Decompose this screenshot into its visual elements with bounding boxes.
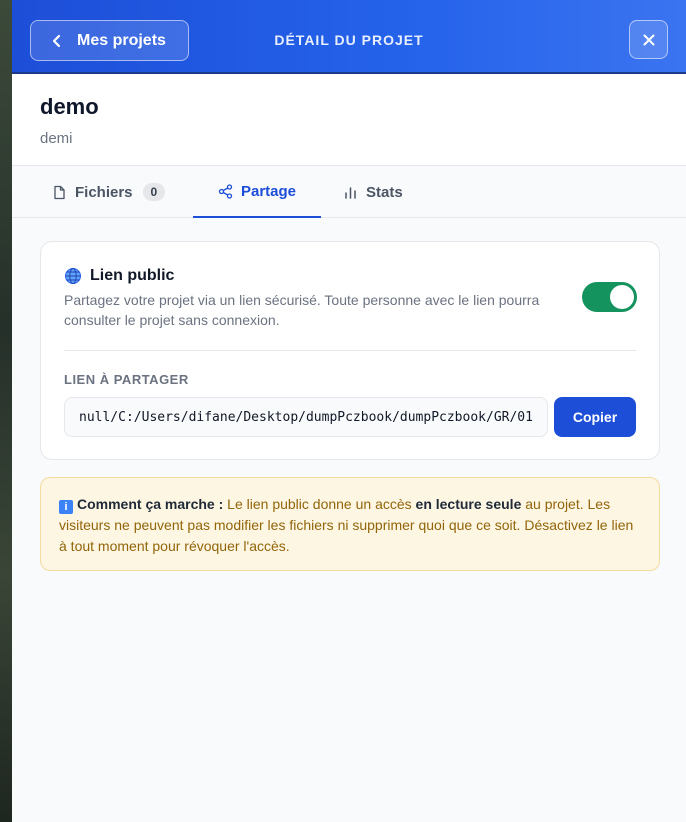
- close-icon: [643, 34, 654, 45]
- bar-chart-icon: [345, 186, 356, 199]
- project-heading: demo demi: [12, 74, 686, 166]
- info-icon: i: [59, 500, 73, 514]
- tab-label: Fichiers: [75, 183, 133, 201]
- tab-label: Stats: [366, 183, 403, 201]
- globe-icon: [65, 268, 81, 284]
- info-lead: Comment ça marche :: [77, 496, 224, 512]
- close-button[interactable]: [629, 20, 668, 59]
- card-title: Lien public: [90, 267, 175, 284]
- tab-fichiers[interactable]: Fichiers 0: [52, 166, 166, 218]
- background-backdrop: [0, 0, 12, 822]
- public-link-card: Lien public Partagez votre projet via un…: [40, 241, 660, 460]
- card-description: Partagez votre projet via un lien sécuri…: [64, 292, 540, 328]
- tab-stats[interactable]: Stats: [343, 166, 403, 218]
- project-name: demo: [40, 94, 99, 119]
- info-box: i Comment ça marche : Le lien public donn…: [40, 477, 660, 571]
- info-emphasis: en lecture seule: [415, 496, 522, 512]
- tab-partage[interactable]: Partage: [193, 166, 321, 218]
- info-text-1: Le lien public donne un accès: [223, 496, 416, 512]
- file-count-badge: 0: [142, 183, 166, 201]
- share-link-input[interactable]: [64, 397, 548, 437]
- toggle-knob: [610, 285, 634, 309]
- copy-link-button[interactable]: Copier: [554, 397, 636, 437]
- project-detail-panel: Mes projets DÉTAIL DU PROJET demo demi F…: [12, 0, 686, 822]
- tab-bar: Fichiers 0 Partage Stats: [12, 166, 686, 218]
- project-subtitle: demi: [40, 130, 73, 147]
- share-link-label: LIEN À PARTAGER: [64, 372, 189, 387]
- tab-label: Partage: [240, 182, 297, 200]
- share-icon: [218, 183, 233, 199]
- card-title-row: Lien public: [64, 267, 174, 285]
- panel-header: Mes projets DÉTAIL DU PROJET: [12, 0, 686, 74]
- header-title: DÉTAIL DU PROJET: [274, 32, 424, 48]
- public-link-toggle[interactable]: [582, 282, 637, 312]
- card-divider: [64, 350, 636, 351]
- file-icon: [54, 185, 65, 199]
